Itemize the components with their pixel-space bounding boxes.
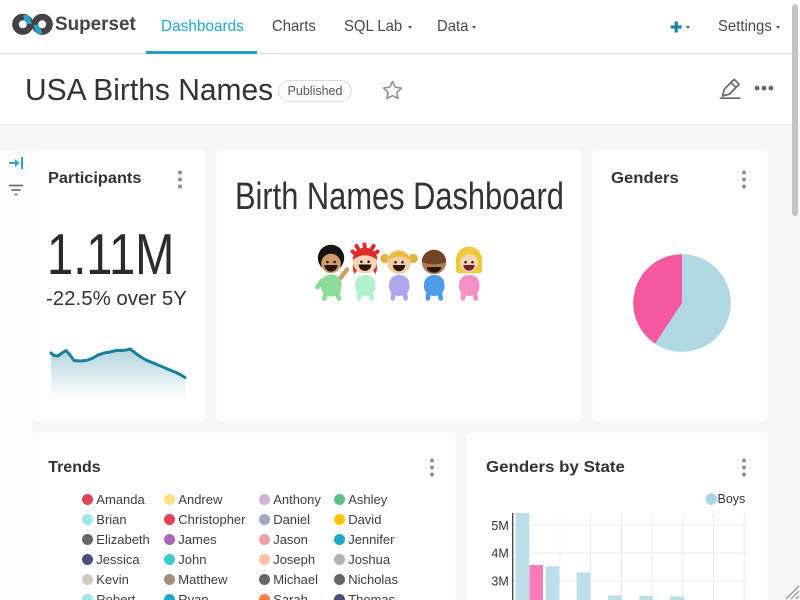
svg-text:4M: 4M (491, 547, 508, 561)
svg-text:Boys: Boys (718, 492, 746, 506)
svg-text:3M: 3M (491, 575, 508, 589)
svg-text:5M: 5M (491, 519, 508, 533)
